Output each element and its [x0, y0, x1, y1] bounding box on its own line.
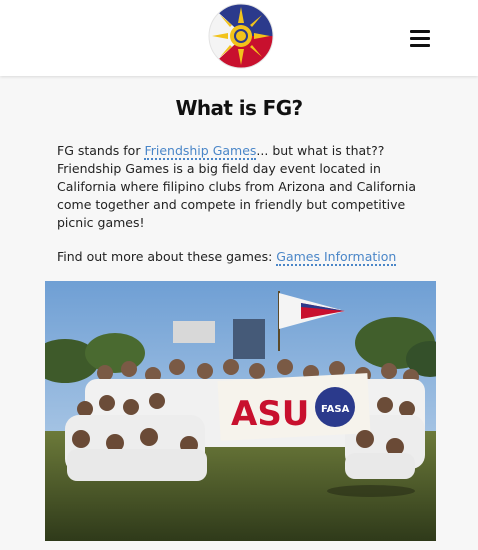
group-photo: ASU FASA	[45, 281, 436, 541]
emblem-text: FASA	[321, 404, 350, 415]
page-title: What is FG?	[175, 96, 303, 120]
games-information-link[interactable]: Games Information	[276, 249, 397, 266]
banner-text: ASU	[231, 394, 309, 434]
friendship-games-link[interactable]: Friendship Games	[144, 143, 257, 160]
more-info-text: Find out more about these games:	[57, 249, 277, 264]
intro-paragraph: FG stands for Friendship Games... but wh…	[57, 142, 427, 232]
more-info-paragraph: Find out more about these games: Games I…	[57, 248, 427, 266]
filipino-sun-logo[interactable]	[208, 3, 274, 69]
hamburger-menu-icon[interactable]	[407, 28, 433, 48]
site-header	[0, 0, 478, 76]
main-content: What is FG? FG stands for Friendship Gam…	[0, 76, 478, 550]
intro-text-start: FG stands for	[57, 143, 145, 158]
